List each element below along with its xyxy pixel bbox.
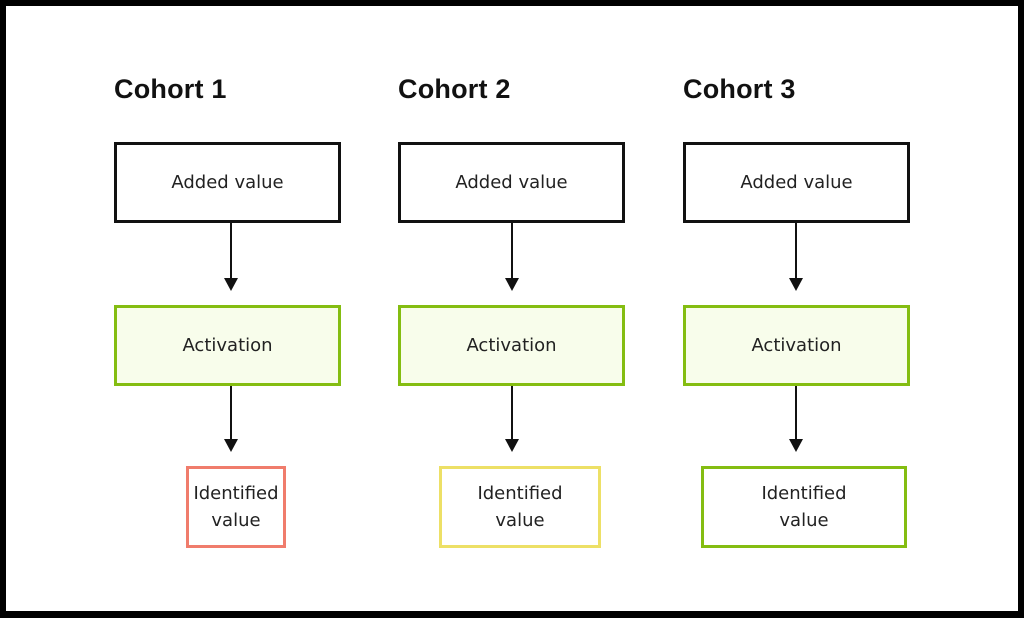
activation-label: Activation: [182, 335, 273, 356]
identified-value-box-red: Identified value: [186, 466, 286, 548]
identified-label-line2: value: [211, 510, 261, 531]
added-value-label: Added value: [171, 172, 284, 193]
arrow-down-icon: [789, 439, 803, 452]
added-value-box: Added value: [398, 142, 625, 223]
arrow-line: [230, 223, 232, 279]
added-value-label: Added value: [455, 172, 568, 193]
identified-label-line2: value: [495, 510, 545, 531]
arrow-line: [230, 386, 232, 440]
added-value-box: Added value: [114, 142, 341, 223]
activation-box: Activation: [114, 305, 341, 386]
identified-label-line1: Identified: [193, 483, 279, 504]
arrow-line: [511, 386, 513, 440]
arrow-down-icon: [789, 278, 803, 291]
identified-value-box-green: Identified value: [701, 466, 907, 548]
identified-label-line1: Identified: [761, 483, 847, 504]
cohort-title: Cohort 2: [398, 74, 511, 104]
identified-label-line1: Identified: [477, 483, 563, 504]
activation-label: Activation: [466, 335, 557, 356]
added-value-box: Added value: [683, 142, 910, 223]
arrow-line: [795, 386, 797, 440]
cohort-title: Cohort 1: [114, 74, 227, 104]
activation-label: Activation: [751, 335, 842, 356]
added-value-label: Added value: [740, 172, 853, 193]
cohort-title: Cohort 3: [683, 74, 796, 104]
identified-value-box-yellow: Identified value: [439, 466, 601, 548]
identified-label-line2: value: [779, 510, 829, 531]
activation-box: Activation: [398, 305, 625, 386]
arrow-down-icon: [224, 439, 238, 452]
activation-box: Activation: [683, 305, 910, 386]
arrow-down-icon: [505, 278, 519, 291]
arrow-line: [795, 223, 797, 279]
arrow-down-icon: [505, 439, 519, 452]
arrow-line: [511, 223, 513, 279]
arrow-down-icon: [224, 278, 238, 291]
